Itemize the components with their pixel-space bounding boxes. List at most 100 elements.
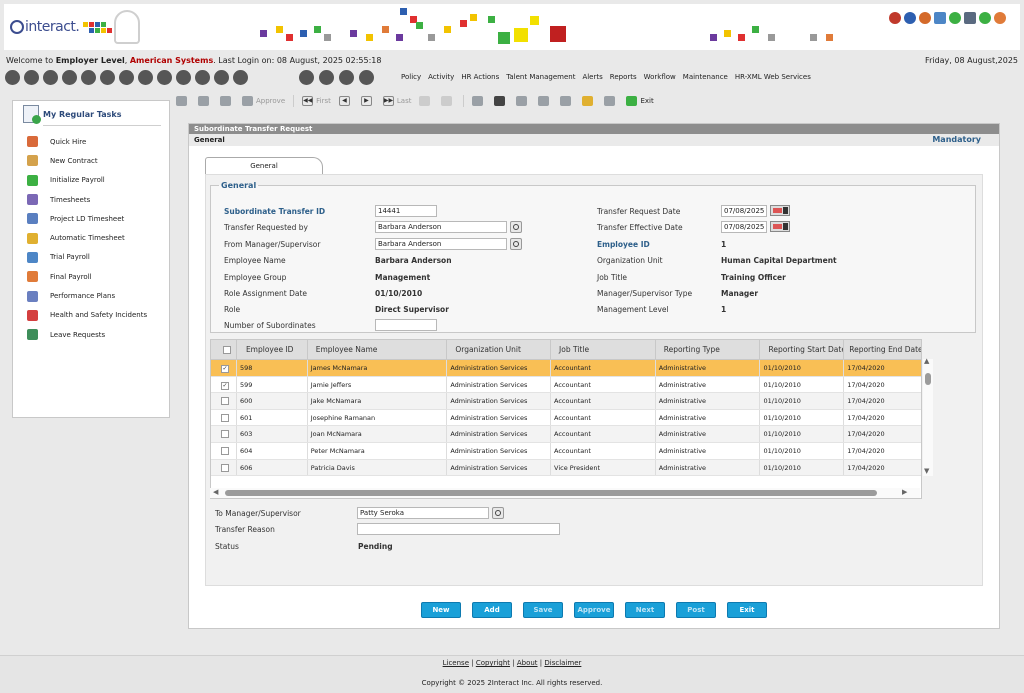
home-icon[interactable] xyxy=(889,12,901,24)
row-checkbox[interactable] xyxy=(221,463,229,472)
row-checkbox[interactable] xyxy=(221,430,229,439)
module-icon-14[interactable] xyxy=(299,70,314,85)
module-icon-7[interactable] xyxy=(119,70,134,85)
disclaimer-link[interactable]: Disclaimer xyxy=(544,659,581,667)
grid-vertical-thumb[interactable] xyxy=(925,373,931,385)
toolbar-save-as-icon[interactable] xyxy=(516,96,530,106)
mail-icon[interactable] xyxy=(934,12,946,24)
col-reporting-type[interactable]: Reporting Type xyxy=(656,340,761,359)
module-icon-8[interactable] xyxy=(138,70,153,85)
menu-hr-xml[interactable]: HR-XML Web Services xyxy=(735,73,811,81)
requested-by-input[interactable]: Barbara Anderson xyxy=(375,221,507,233)
module-icon-2[interactable] xyxy=(24,70,39,85)
module-icon-17[interactable] xyxy=(359,70,374,85)
from-manager-search-icon[interactable] xyxy=(510,238,522,250)
table-row[interactable]: 601 Josephine Ramanan Administration Servi… xyxy=(211,409,921,427)
module-icon-1[interactable] xyxy=(5,70,20,85)
scroll-up-icon[interactable]: ▲ xyxy=(924,357,929,365)
menu-workflow[interactable]: Workflow xyxy=(644,73,676,81)
next-button[interactable]: Next xyxy=(625,602,665,618)
user-icon[interactable] xyxy=(919,12,931,24)
task-item[interactable]: Health and Safety Incidents xyxy=(13,306,169,325)
table-row[interactable]: ✓ 598 James McNamara Administration Service… xyxy=(211,360,921,377)
toolbar-save-icon[interactable] xyxy=(494,96,508,106)
license-link[interactable]: License xyxy=(443,659,469,667)
scroll-right-icon[interactable]: ▶ xyxy=(902,488,907,496)
menu-activity[interactable]: Activity xyxy=(428,73,454,81)
toolbar-note-icon[interactable] xyxy=(582,96,596,106)
select-all-checkbox[interactable] xyxy=(223,346,231,354)
approve-button[interactable]: Approve xyxy=(574,602,614,618)
module-icon-15[interactable] xyxy=(319,70,334,85)
to-manager-input[interactable]: Patty Seroka xyxy=(357,507,489,519)
add-button[interactable]: Add xyxy=(472,602,512,618)
toolbar-search-icon[interactable] xyxy=(472,96,486,106)
grid-horizontal-scrollbar[interactable]: ◀ ▶ xyxy=(210,488,920,498)
grid-vertical-scrollbar[interactable]: ▲ ▼ xyxy=(923,357,933,476)
menu-policy[interactable]: Policy xyxy=(401,73,421,81)
toolbar-first-button[interactable]: ◀◀ First xyxy=(302,96,331,106)
to-manager-search-icon[interactable] xyxy=(492,507,504,519)
toolbar-new-icon[interactable] xyxy=(176,96,190,106)
module-icon-11[interactable] xyxy=(195,70,210,85)
grid-horizontal-thumb[interactable] xyxy=(225,490,877,496)
col-job-title[interactable]: Job Title xyxy=(551,340,656,359)
logout-icon[interactable] xyxy=(994,12,1006,24)
task-item[interactable]: Performance Plans xyxy=(13,286,169,305)
toolbar-next-button[interactable]: ▶ xyxy=(360,96,375,106)
toolbar-edit-icon[interactable] xyxy=(198,96,212,106)
menu-reports[interactable]: Reports xyxy=(610,73,637,81)
exit-button[interactable]: Exit xyxy=(727,602,767,618)
module-icon-5[interactable] xyxy=(81,70,96,85)
menu-talent-management[interactable]: Talent Management xyxy=(506,73,575,81)
menu-maintenance[interactable]: Maintenance xyxy=(683,73,728,81)
module-icon-6[interactable] xyxy=(100,70,115,85)
row-checkbox[interactable]: ✓ xyxy=(221,381,229,390)
about-link[interactable]: About xyxy=(517,659,538,667)
toolbar-previous-button[interactable]: ◀ xyxy=(338,96,353,106)
save-button[interactable]: Save xyxy=(523,602,563,618)
scroll-left-icon[interactable]: ◀ xyxy=(213,488,218,496)
col-organization-unit[interactable]: Organization Unit xyxy=(447,340,552,359)
toolbar-last-button[interactable]: ▶▶ Last xyxy=(382,96,411,106)
mandatory-link[interactable]: Mandatory xyxy=(932,134,981,146)
module-icon-10[interactable] xyxy=(176,70,191,85)
toolbar-print-icon[interactable] xyxy=(604,96,618,106)
effective-date-calendar-icon[interactable] xyxy=(770,221,790,232)
row-checkbox[interactable]: ✓ xyxy=(221,365,229,373)
task-item[interactable]: Trial Payroll xyxy=(13,248,169,267)
globe-icon[interactable] xyxy=(904,12,916,24)
transfer-id-input[interactable]: 14441 xyxy=(375,205,437,217)
task-item[interactable]: Project LD Timesheet xyxy=(13,209,169,228)
request-date-calendar-icon[interactable] xyxy=(770,205,790,216)
col-employee-id[interactable]: Employee ID xyxy=(237,340,308,359)
task-item[interactable]: Quick Hire xyxy=(13,132,169,151)
tab-general[interactable]: General xyxy=(205,157,323,175)
table-row[interactable]: 600 Jake McNamara Administration Services A… xyxy=(211,393,921,410)
from-manager-input[interactable]: Barbara Anderson xyxy=(375,238,507,250)
table-row[interactable]: 606 Patricia Davis Administration Services… xyxy=(211,459,921,477)
toolbar-copy-icon[interactable] xyxy=(220,96,234,106)
module-icon-4[interactable] xyxy=(62,70,77,85)
module-icon-9[interactable] xyxy=(157,70,172,85)
copyright-link[interactable]: Copyright xyxy=(476,659,510,667)
subordinates-input[interactable] xyxy=(375,319,437,331)
toolbar-attach-icon[interactable] xyxy=(538,96,552,106)
col-employee-name[interactable]: Employee Name xyxy=(308,340,448,359)
help-icon[interactable] xyxy=(979,12,991,24)
computer-icon[interactable] xyxy=(964,12,976,24)
post-button[interactable]: Post xyxy=(676,602,716,618)
transfer-reason-input[interactable] xyxy=(357,523,560,535)
task-item[interactable]: Final Payroll xyxy=(13,267,169,286)
effective-date-input[interactable]: 07/08/2025 xyxy=(721,221,767,233)
toolbar-redo-icon[interactable] xyxy=(441,96,455,106)
toolbar-exit-button[interactable]: Exit xyxy=(626,96,654,106)
task-item[interactable]: New Contract xyxy=(13,151,169,170)
col-reporting-start[interactable]: Reporting Start Date xyxy=(760,340,845,359)
menu-hr-actions[interactable]: HR Actions xyxy=(461,73,499,81)
toolbar-approve-button[interactable]: Approve xyxy=(242,96,285,106)
module-icon-12[interactable] xyxy=(214,70,229,85)
table-row[interactable]: ✓ 599 Jamie Jeffers Administration Services… xyxy=(211,376,921,394)
row-checkbox[interactable] xyxy=(221,397,229,406)
module-icon-13[interactable] xyxy=(233,70,248,85)
